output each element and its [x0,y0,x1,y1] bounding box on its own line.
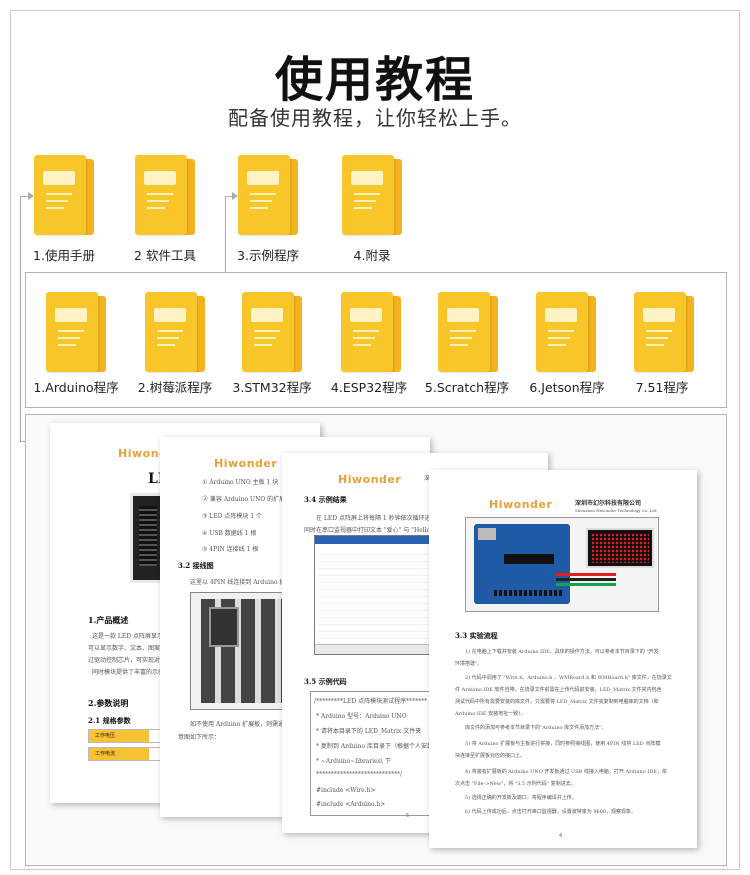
page-subtitle: 配备使用教程，让你轻松上手。 [228,106,522,130]
folder-label-jetson[interactable]: 6.Jetson程序 [512,377,622,396]
folder-icon[interactable] [145,292,205,372]
brand-logo: Hiwonder [214,457,278,470]
parts-list-item: ⑤ 4PIN 连接线 1 根 [202,546,259,553]
section-wiring: 3.2 接线图 [178,561,214,570]
page-number: 5 [406,813,410,819]
folder-icon[interactable] [438,292,498,372]
step-line: 库文件的添加可参考本节目录下的"Arduino 库文件添加方法"。 [465,725,607,731]
step-line: 块连接至扩展板对应的接口上。 [455,753,526,759]
code-line: #include <Wire.h> [316,787,376,794]
section-result: 3.4 示例结果 [304,495,347,504]
folder-label-software[interactable]: 2 软件工具 [110,245,220,264]
code-line: /*********LED 点阵模块测试程序******* [314,698,428,705]
step-line: 件 Arduino IDE 软件自带，在烧录文件前需在上传代码前安装，LED_M… [455,687,662,693]
manual-page-4: Hiwonder 深圳市幻尔科技有限公司 Shenzhen Hiwonder T… [429,470,697,848]
folder-icon[interactable] [342,155,402,235]
result-line: 同时在串口监视器中打印文本 "爱心" 与 "Hello"。 [304,527,439,534]
brand-logo: Hiwonder [489,498,553,511]
brand-logo: Hiwonder [338,473,402,486]
folder-label-stm32[interactable]: 3.STM32程序 [217,377,327,396]
folder-label-raspberrypi[interactable]: 2.树莓派程序 [120,377,230,396]
spec-label: 工作电流 [89,748,149,760]
folder-icon[interactable] [536,292,596,372]
section-params: 2.参数说明 [88,698,129,708]
connector-line [20,196,21,442]
parts-list-item: ③ LED 点阵模块 1 个 [202,513,263,520]
step-line: 3) 将 Arduino 扩展板与主板进行拼接，同时参照接线图，使用 4PIN … [465,741,661,747]
code-line: * Arduino 型号：Arduino UNO [316,713,407,720]
code-line: #include <Arduino.h> [316,801,386,808]
folder-label-manual[interactable]: 1.使用手册 [9,245,119,264]
company-name: 深圳市幻尔科技有限公司 [575,500,642,507]
step-line: 测试代码中所有需要安装的库文件，只需要将 LED_Matrix 文件夹复制到电脑… [455,699,659,705]
folder-label-appendix[interactable]: 4.附录 [317,245,427,264]
folder-icon[interactable] [242,292,302,372]
folder-label-examples[interactable]: 3.示例程序 [213,245,323,264]
step-line: 5) 选择正确的开发板及端口，将程序编译并上传。 [465,795,577,801]
code-line: * 请将本目录下的 LED_Matrix 文件夹 [316,728,422,735]
step-line: 1) 在电脑上下载并安装 Arduino IDE，具体的操作方法，可以参考本节目… [465,649,659,655]
parts-list-item: ① Arduino UNO 主板 1 块 [202,479,279,486]
page-number: 4 [559,833,563,839]
parts-list-item: ② 兼容 Arduino UNO 的扩展板 [202,496,292,503]
folder-label-scratch[interactable]: 5.Scratch程序 [412,377,522,396]
page-title: 使用教程 [274,52,475,108]
section-overview: 1.产品概述 [88,615,129,625]
code-line: ****************************/ [316,771,403,778]
section-specs: 2.1 规格参数 [88,716,131,725]
folder-icon[interactable] [135,155,195,235]
step-line: Arduino IDE 安装地址一致）。 [455,711,526,717]
folder-label-arduino[interactable]: 1.Arduino程序 [21,377,131,396]
step-line: 4) 将装有扩展板的 Arduino UNO 开发板通过 USB 线接入电脑，打… [465,769,667,775]
folder-icon[interactable] [46,292,106,372]
step-line: 次点击 "File->New"，将 "3.5 示例代码" 复制进去。 [455,781,576,787]
folder-icon[interactable] [341,292,401,372]
step-line: 环境搭建"。 [455,661,483,667]
folder-icon[interactable] [34,155,94,235]
folder-label-esp32[interactable]: 4.ESP32程序 [314,377,424,396]
section-code: 3.5 示例代码 [304,677,347,686]
step-line: 2) 代码中调用了 "Wire.h、Arduino.h 、WMBoard.h 和… [465,675,672,681]
folder-icon[interactable] [238,155,298,235]
company-name-en: Shenzhen Hiwonder Technology Co.,Ltd [575,508,657,513]
step-line: 6) 代码上传成功后，点击打开串口监视器，设置波特率为 9600，观察现象。 [465,809,637,815]
section-steps: 3.3 实验流程 [455,631,498,640]
wiring-footer-text: 意图如下所示： [178,734,221,741]
folder-label-51[interactable]: 7.51程序 [607,377,717,396]
arduino-board-image [465,517,659,612]
parts-list-item: ④ USB 数据线 1 根 [202,530,257,537]
folder-icon[interactable] [634,292,694,372]
spec-label: 工作电压 [89,730,149,742]
code-line: * ~Arduino~libraries\ 下 [316,758,391,765]
